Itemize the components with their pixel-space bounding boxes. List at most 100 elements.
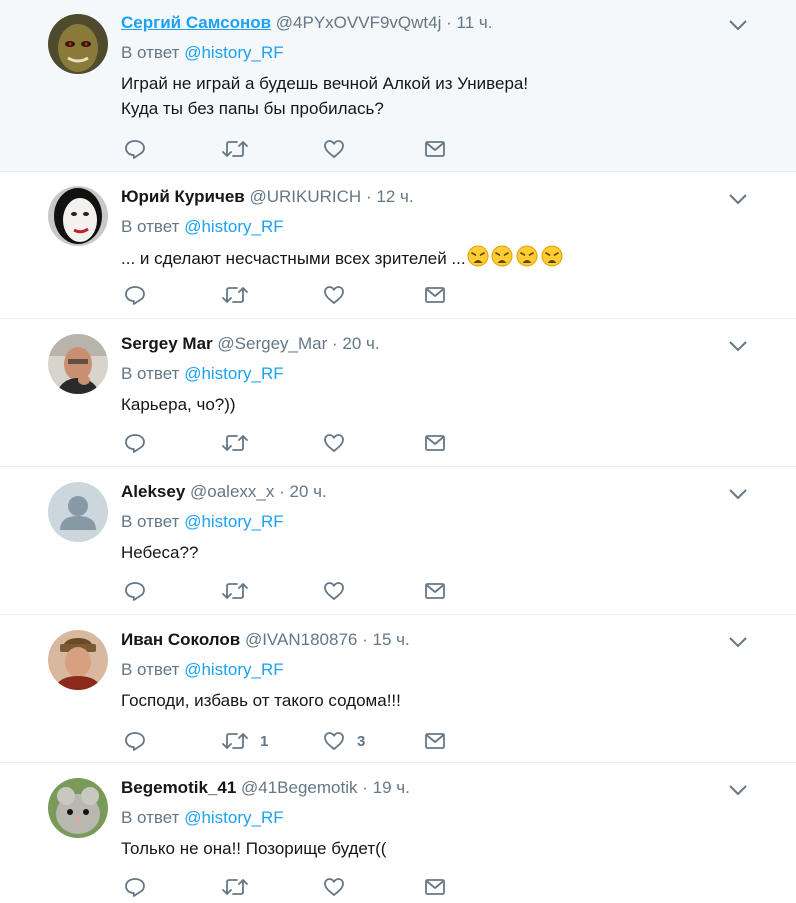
- tweet-header: Сергий Самсонов @4PYxOVVF9vQwt4j · 11 ч.: [121, 12, 492, 34]
- like-button[interactable]: [323, 876, 357, 898]
- author-name[interactable]: Sergey Mar: [121, 334, 213, 353]
- avatar[interactable]: [48, 630, 108, 690]
- heart-icon: [324, 878, 344, 896]
- retweet-button[interactable]: [222, 876, 260, 898]
- timestamp[interactable]: 20 ч.: [342, 334, 379, 353]
- reply-prefix: В ответ: [121, 43, 180, 62]
- retweet-button[interactable]: [222, 284, 260, 306]
- chevron-down-icon[interactable]: [728, 783, 748, 797]
- avatar[interactable]: [48, 334, 108, 394]
- separator: ·: [362, 630, 368, 649]
- reply-button[interactable]: [124, 876, 146, 898]
- author-name[interactable]: Иван Соколов: [121, 630, 240, 649]
- author-name[interactable]: Сергий Самсонов: [121, 13, 271, 32]
- retweet-icon: [222, 733, 248, 749]
- tweet-text: Играй не играй а будешь вечной Алкой из …: [121, 74, 529, 118]
- like-button[interactable]: [323, 580, 357, 602]
- chevron-down-icon[interactable]: [728, 192, 748, 206]
- reply-context: В ответ @history_RF: [121, 363, 284, 385]
- chevron-down-icon[interactable]: [728, 18, 748, 32]
- tweet-card[interactable]: Юрий Куричев @URIKURICH · 12 ч. В ответ …: [0, 172, 796, 319]
- author-handle[interactable]: @Sergey_Mar: [217, 334, 327, 353]
- heart-icon: [324, 286, 344, 304]
- reply-button[interactable]: [124, 432, 146, 454]
- reply-context: В ответ @history_RF: [121, 807, 284, 829]
- like-count: 3: [357, 732, 366, 750]
- reply-icon: [125, 434, 145, 453]
- reply-prefix: В ответ: [121, 808, 180, 827]
- retweet-button[interactable]: [222, 138, 260, 160]
- tweet-text: Только не она!! Позорище будет((: [121, 839, 387, 858]
- reply-icon: [125, 286, 145, 305]
- chevron-down-icon[interactable]: [728, 339, 748, 353]
- separator: ·: [362, 778, 368, 797]
- avatar[interactable]: [48, 482, 108, 542]
- tweet-card[interactable]: Aleksey @oalexx_x · 20 ч. В ответ @histo…: [0, 467, 796, 615]
- reply-button[interactable]: [124, 138, 146, 160]
- heart-icon: [324, 140, 344, 158]
- author-handle[interactable]: @oalexx_x: [190, 482, 274, 501]
- author-name[interactable]: Begemotik_41: [121, 778, 236, 797]
- reply-prefix: В ответ: [121, 660, 180, 679]
- like-button[interactable]: [323, 284, 357, 306]
- timestamp[interactable]: 15 ч.: [373, 630, 410, 649]
- tweet-card[interactable]: Sergey Mar @Sergey_Mar · 20 ч. В ответ @…: [0, 319, 796, 467]
- author-handle[interactable]: @IVAN180876: [245, 630, 357, 649]
- direct-message-button[interactable]: [424, 580, 446, 602]
- mention-link[interactable]: @history_RF: [184, 217, 283, 236]
- separator: ·: [279, 482, 285, 501]
- direct-message-button[interactable]: [424, 432, 446, 454]
- timestamp[interactable]: 11 ч.: [457, 13, 493, 32]
- separator: ·: [446, 13, 452, 32]
- heart-icon: [324, 434, 344, 452]
- author-handle[interactable]: @41Begemotik: [241, 778, 358, 797]
- tweet-text: Господи, избавь от такого содома!!!: [121, 691, 401, 710]
- timestamp[interactable]: 20 ч.: [290, 482, 327, 501]
- retweet-icon: [222, 141, 248, 157]
- timestamp[interactable]: 19 ч.: [373, 778, 410, 797]
- retweet-icon: [222, 435, 248, 451]
- reply-context: В ответ @history_RF: [121, 216, 284, 238]
- direct-message-button[interactable]: [424, 876, 446, 898]
- heart-icon: [324, 582, 344, 600]
- avatar[interactable]: [48, 186, 108, 246]
- like-button[interactable]: [323, 432, 357, 454]
- mention-link[interactable]: @history_RF: [184, 808, 283, 827]
- timestamp[interactable]: 12 ч.: [376, 187, 413, 206]
- tweet-card[interactable]: Begemotik_41 @41Begemotik · 19 ч. В отве…: [0, 763, 796, 903]
- tweet-card[interactable]: Иван Соколов @IVAN180876 · 15 ч. В ответ…: [0, 615, 796, 763]
- weary-face-icon: [466, 245, 565, 268]
- chevron-down-icon[interactable]: [728, 487, 748, 501]
- reply-button[interactable]: [124, 730, 146, 752]
- author-handle[interactable]: @4PYxOVVF9vQwt4j: [276, 13, 442, 32]
- direct-message-button[interactable]: [424, 138, 446, 160]
- tweet-header: Begemotik_41 @41Begemotik · 19 ч.: [121, 777, 410, 799]
- mention-link[interactable]: @history_RF: [184, 660, 283, 679]
- reply-button[interactable]: [124, 284, 146, 306]
- like-button[interactable]: [323, 138, 357, 160]
- reply-icon: [125, 140, 145, 159]
- author-handle[interactable]: @URIKURICH: [250, 187, 362, 206]
- tweet-text: ... и сделают несчастными всех зрителей …: [121, 245, 565, 271]
- like-button[interactable]: 3: [323, 730, 365, 752]
- mention-link[interactable]: @history_RF: [184, 43, 283, 62]
- envelope-icon: [425, 583, 445, 599]
- tweet-header: Иван Соколов @IVAN180876 · 15 ч.: [121, 629, 410, 651]
- reply-button[interactable]: [124, 580, 146, 602]
- author-name[interactable]: Юрий Куричев: [121, 187, 245, 206]
- direct-message-button[interactable]: [424, 284, 446, 306]
- envelope-icon: [425, 435, 445, 451]
- tweet-header: Sergey Mar @Sergey_Mar · 20 ч.: [121, 333, 380, 355]
- chevron-down-icon[interactable]: [728, 635, 748, 649]
- retweet-button[interactable]: 1: [222, 730, 268, 752]
- retweet-button[interactable]: [222, 580, 260, 602]
- mention-link[interactable]: @history_RF: [184, 512, 283, 531]
- author-name[interactable]: Aleksey: [121, 482, 185, 501]
- avatar[interactable]: [48, 778, 108, 838]
- avatar[interactable]: [48, 14, 108, 74]
- mention-link[interactable]: @history_RF: [184, 364, 283, 383]
- direct-message-button[interactable]: [424, 730, 446, 752]
- reply-icon: [125, 878, 145, 897]
- retweet-button[interactable]: [222, 432, 260, 454]
- tweet-card[interactable]: Сергий Самсонов @4PYxOVVF9vQwt4j · 11 ч.…: [0, 0, 796, 172]
